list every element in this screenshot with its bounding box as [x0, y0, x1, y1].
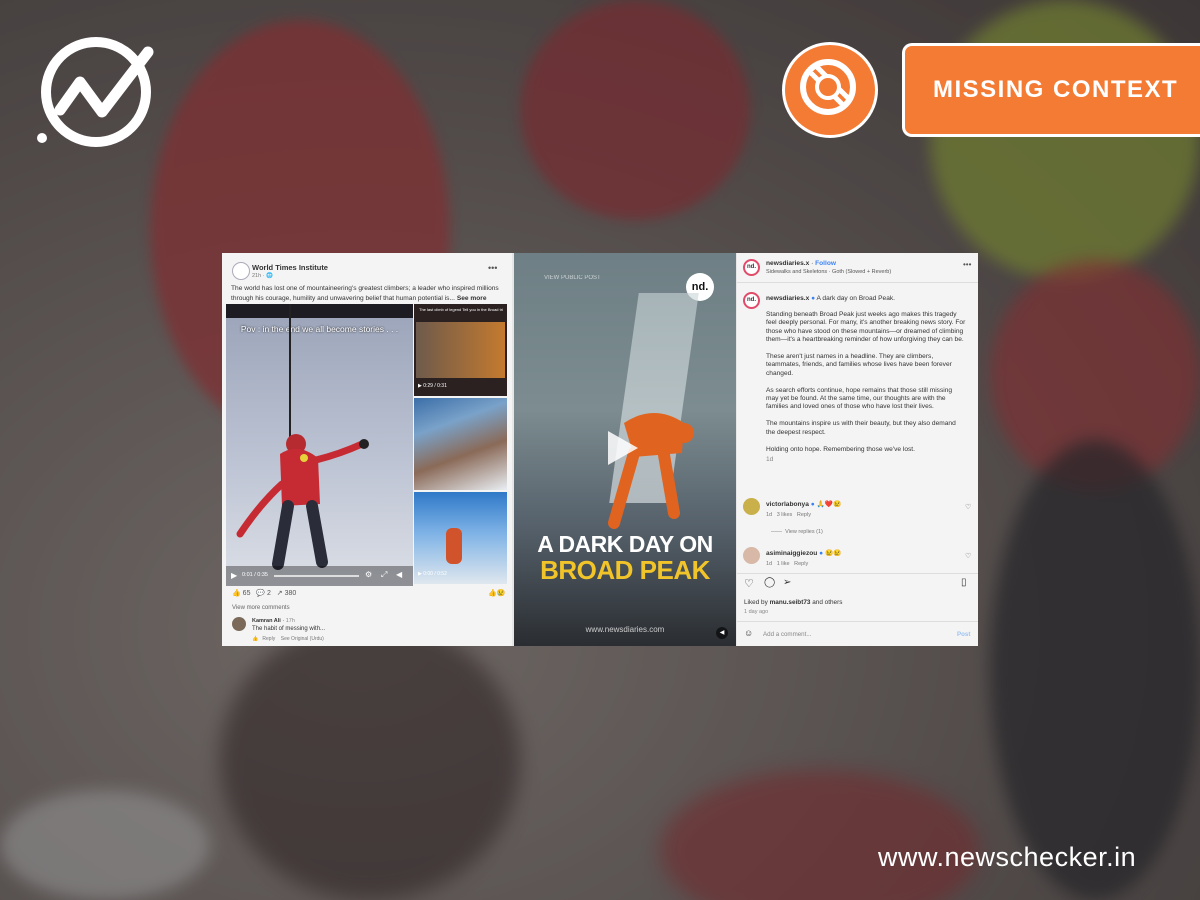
video-time: 0:01 / 0:35: [242, 572, 268, 578]
comment-meta: 1d 3 likes Reply: [766, 512, 811, 518]
caption-body: Standing beneath Broad Peak just weeks a…: [766, 311, 966, 464]
share-icon[interactable]: ↗: [277, 590, 283, 597]
audio-track[interactable]: Sidewalks and Skeletons · Goth (Slowed +…: [766, 269, 891, 275]
video-controls: ▶ 0:01 / 0:35 ⚙ ⤢ ◀: [226, 566, 413, 586]
caption-paragraph: Standing beneath Broad Peak just weeks a…: [766, 311, 966, 344]
account-avatar[interactable]: nd.: [743, 259, 760, 276]
bookmark-icon[interactable]: ▯: [961, 577, 967, 588]
more-options-icon[interactable]: •••: [488, 263, 497, 273]
play-icon[interactable]: [608, 431, 638, 465]
evidence-screenshot: World Times Institute 21h · 🌐 ••• The wo…: [222, 253, 978, 646]
post-button[interactable]: Post: [957, 631, 970, 638]
add-comment-input[interactable]: Add a comment...: [763, 631, 812, 638]
video-player[interactable]: Pov : in the end we all become stories .…: [226, 304, 413, 586]
emoji-icon[interactable]: ☺: [744, 628, 753, 638]
account-header: newsdiaries.x · Follow: [766, 260, 837, 267]
climber-figure: [608, 413, 694, 529]
see-original-link[interactable]: See Original (Urdu): [281, 636, 324, 642]
page-avatar[interactable]: [232, 262, 250, 280]
reel-url: www.newsdiaries.com: [585, 625, 665, 634]
video-seek-bar[interactable]: [274, 575, 359, 577]
comment-icon[interactable]: ◯: [764, 577, 775, 588]
heart-icon[interactable]: ♡: [965, 503, 971, 511]
comment: victorlabonya ● 🙏❤️😢: [766, 501, 842, 508]
caption-paragraph: The mountains inspire us with their beau…: [766, 420, 956, 436]
like-icon[interactable]: 👍: [232, 590, 241, 597]
reply-link[interactable]: Reply: [797, 512, 811, 518]
post-text: The world has lost one of mountaineering…: [231, 285, 499, 302]
post-time: 21h · 🌐: [252, 273, 273, 279]
comment-text: The habit of messing with...: [252, 626, 326, 632]
comment-meta: 1d 1 like Reply: [766, 561, 809, 567]
thumbnail-video-1[interactable]: The last climb of legend Tell you in the…: [414, 304, 507, 396]
page-name[interactable]: World Times Institute: [252, 263, 328, 272]
comment-author[interactable]: Kamran Ali · 17h: [252, 618, 295, 624]
play-icon[interactable]: ▶: [231, 571, 237, 580]
reel-label: VIEW PUBLIC POST: [544, 275, 601, 281]
thumbnail-image-mountain[interactable]: [414, 398, 507, 490]
instagram-post: nd. newsdiaries.x · Follow Sidewalks and…: [737, 253, 978, 646]
thumbnail-time-1: ▶ 0:29 / 0:31: [418, 383, 447, 389]
share-icon[interactable]: ➢: [783, 577, 791, 588]
thumbnail-video-2[interactable]: ▶ 0:00 / 0:52: [414, 492, 507, 584]
comment-icon[interactable]: 💬: [256, 590, 265, 597]
commenter-avatar[interactable]: [743, 547, 760, 564]
reel-video-frame[interactable]: VIEW PUBLIC POST nd. A DARK DAY ON BROAD…: [514, 253, 736, 646]
see-more-link[interactable]: See more: [457, 295, 487, 302]
missing-context-icon: [782, 42, 878, 138]
like-icon[interactable]: ♡: [744, 577, 754, 590]
settings-icon[interactable]: ⚙: [365, 570, 372, 579]
caption-paragraph: As search efforts continue, hope remains…: [766, 386, 953, 411]
caption-paragraph: Holding onto hope. Remembering those we'…: [766, 445, 915, 453]
caption-head: newsdiaries.x ● A dark day on Broad Peak…: [766, 295, 895, 302]
reply-link[interactable]: Reply: [794, 561, 808, 567]
view-more-comments[interactable]: View more comments: [232, 605, 290, 611]
view-replies-link[interactable]: —— View replies (1): [771, 529, 823, 535]
comment-reply-link[interactable]: Reply: [262, 636, 275, 642]
account-name[interactable]: newsdiaries.x: [766, 260, 809, 267]
mute-icon[interactable]: ◀: [716, 627, 728, 639]
commenter-avatar[interactable]: [232, 617, 246, 631]
more-options-icon[interactable]: •••: [963, 260, 971, 269]
fullscreen-icon[interactable]: ⤢: [381, 570, 387, 580]
climber-figure: [236, 434, 369, 570]
thumbnail-time-2: ▶ 0:00 / 0:52: [418, 571, 447, 577]
heart-icon[interactable]: ♡: [965, 552, 971, 560]
thumbnail-caption: The last climb of legend Tell you in the…: [419, 307, 503, 312]
reaction-emojis: 👍😢: [488, 590, 506, 597]
comment-like-icon[interactable]: 👍: [252, 636, 258, 642]
video-caption: Pov : in the end we all become stories .…: [240, 324, 399, 334]
site-url: www.newschecker.in: [878, 842, 1137, 872]
follow-button[interactable]: Follow: [815, 260, 836, 267]
caption-time: 1d: [766, 455, 774, 463]
commenter-avatar[interactable]: [743, 498, 760, 515]
caption-paragraph: These aren't just names in a headline. T…: [766, 353, 952, 377]
post-time: 1 day ago: [744, 609, 769, 615]
reactions-row: 👍 65 💬 2 ↗ 380: [232, 590, 297, 597]
newschecker-logo-icon: [37, 37, 154, 147]
comment: asiminaiggiezou ● 😢😢: [766, 550, 842, 557]
comment-actions: 👍 Reply See Original (Urdu): [252, 636, 324, 642]
volume-icon[interactable]: ◀: [396, 570, 402, 579]
reel-headline-2: BROAD PEAK: [540, 555, 710, 585]
facebook-post: World Times Institute 21h · 🌐 ••• The wo…: [222, 253, 512, 646]
reel-headline-1: A DARK DAY ON: [537, 531, 713, 557]
caption-avatar[interactable]: nd.: [743, 292, 760, 309]
rating-label: MISSING CONTEXT: [902, 43, 1200, 137]
liked-by: Liked by manu.seibt73 and others: [744, 599, 843, 606]
